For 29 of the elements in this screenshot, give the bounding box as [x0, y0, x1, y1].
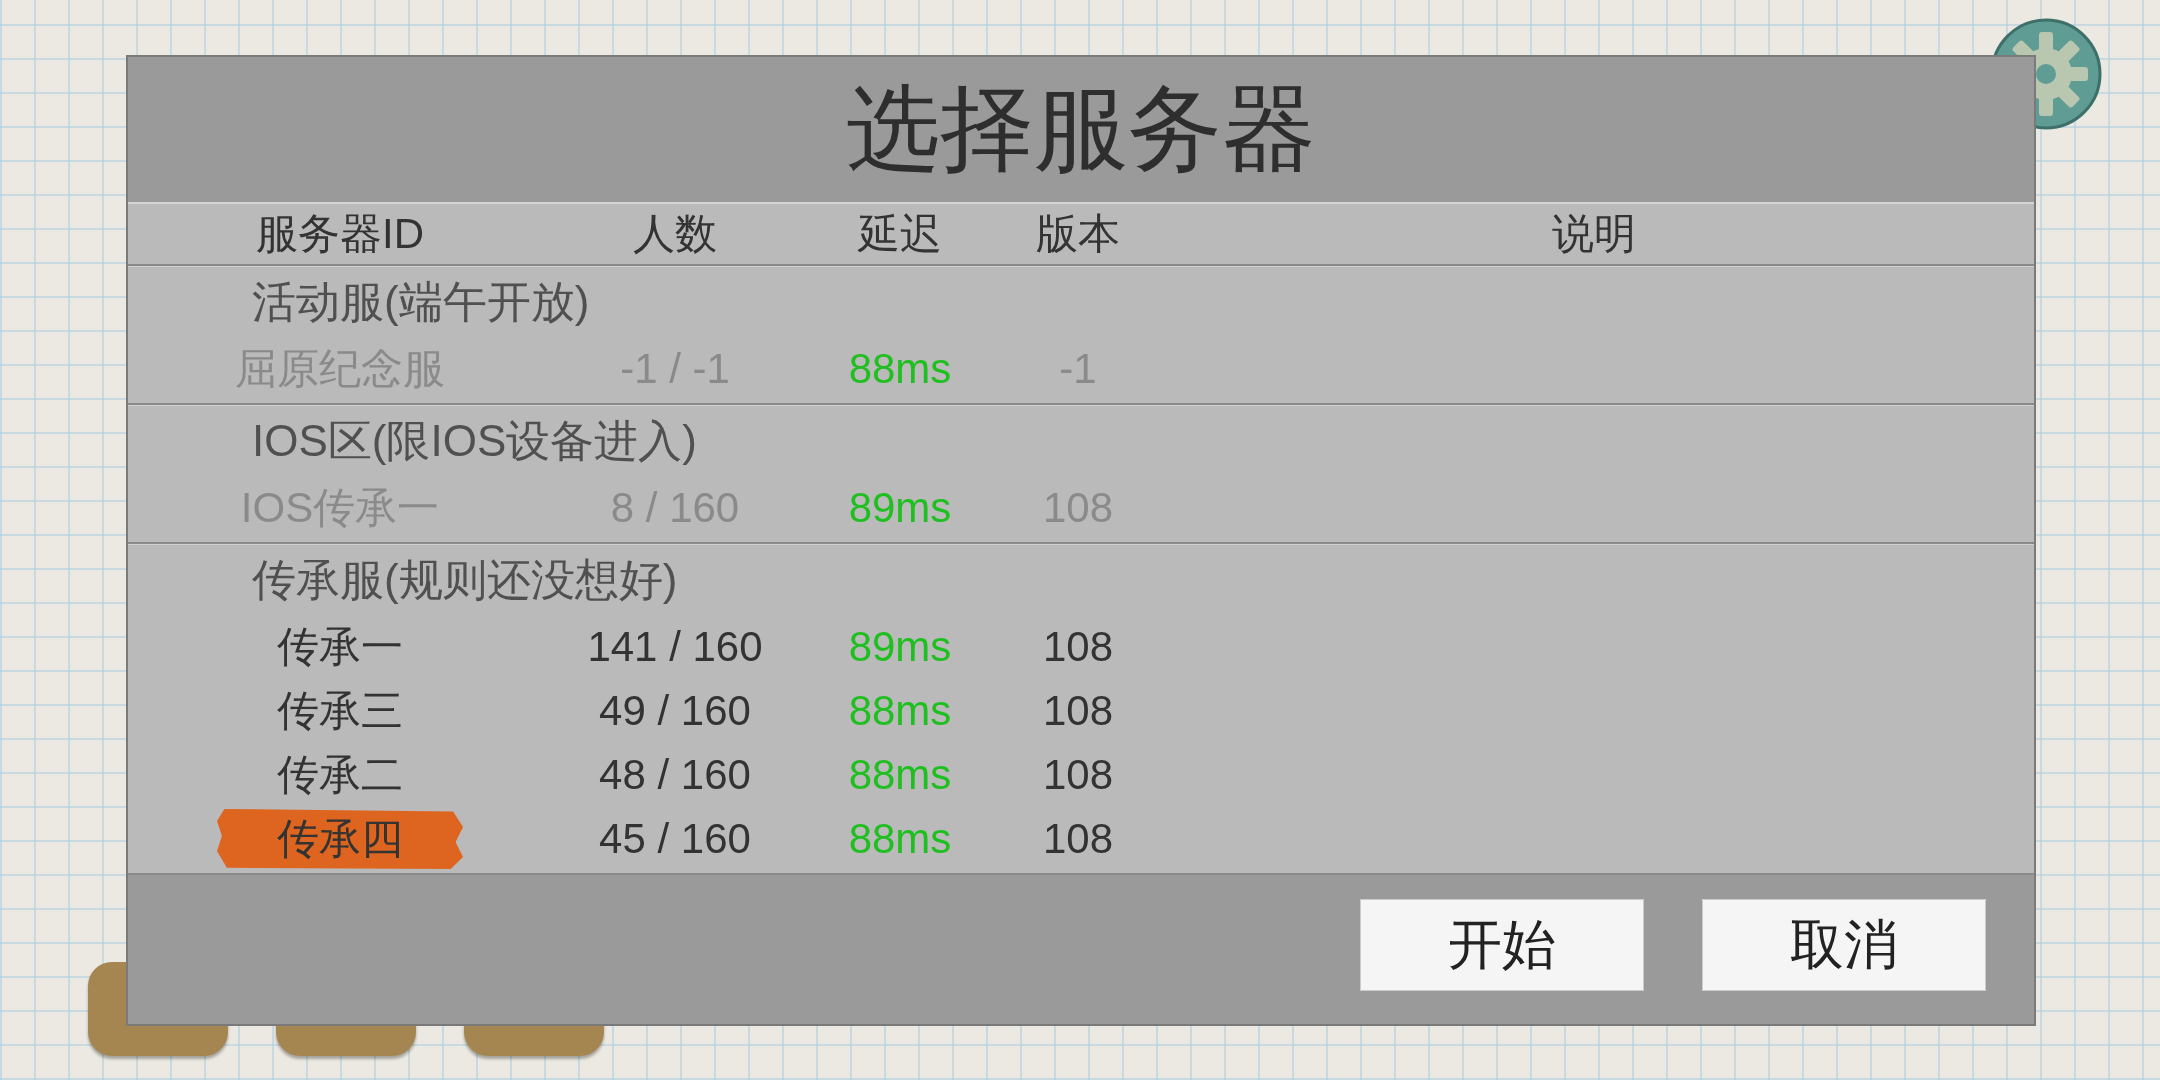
version: 108: [1042, 687, 1114, 735]
cancel-button[interactable]: 取消: [1702, 899, 1986, 991]
column-header: 版本: [1036, 209, 1120, 259]
player-count: 49 / 160: [599, 687, 751, 735]
latency: 88ms: [848, 815, 952, 863]
column-header: 服务器ID: [256, 209, 424, 259]
server-name[interactable]: 传承三: [217, 681, 463, 741]
server-name[interactable]: 传承一: [217, 617, 463, 677]
latency: 88ms: [848, 345, 952, 393]
dialog-title: 选择服务器: [845, 75, 1317, 183]
version: 108: [1042, 623, 1114, 671]
group-name: IOS区(限IOS设备进入): [251, 414, 698, 467]
player-count: 45 / 160: [599, 815, 751, 863]
group-name: 活动服(端午开放): [251, 275, 591, 328]
column-header: 人数: [633, 209, 717, 259]
latency: 88ms: [848, 751, 952, 799]
group-name: 传承服(规则还没想好): [251, 553, 679, 606]
player-count: 48 / 160: [599, 751, 751, 799]
column-header: 延迟: [858, 209, 942, 259]
player-count: 141 / 160: [587, 623, 763, 671]
server-name[interactable]: 传承二: [217, 745, 463, 805]
latency: 89ms: [848, 623, 952, 671]
version: 108: [1042, 815, 1114, 863]
column-header: 说明: [1552, 209, 1636, 259]
latency: 88ms: [848, 687, 952, 735]
version: 108: [1042, 751, 1114, 799]
start-button[interactable]: 开始: [1360, 899, 1644, 991]
server-name[interactable]: 传承四: [217, 809, 463, 869]
latency: 89ms: [848, 484, 952, 532]
